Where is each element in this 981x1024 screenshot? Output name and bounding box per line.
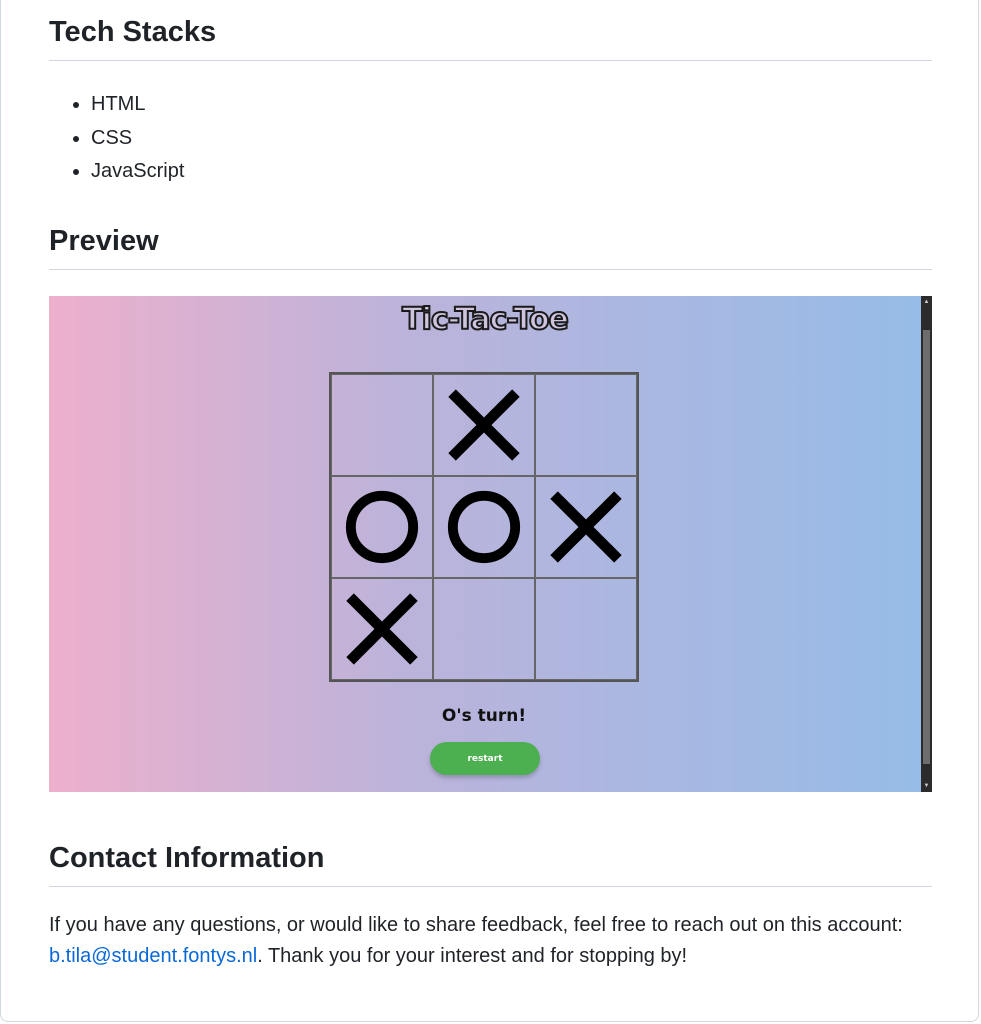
board-cell[interactable] <box>433 476 535 578</box>
board-cell[interactable] <box>331 476 433 578</box>
scroll-down-icon[interactable]: ▼ <box>921 781 932 791</box>
contact-heading: Contact Information <box>49 842 932 887</box>
x-mark-icon <box>550 491 622 563</box>
contact-paragraph: If you have any questions, or would like… <box>49 910 932 972</box>
email-link[interactable]: b.tila@student.fontys.nl <box>49 945 257 967</box>
scroll-up-icon[interactable]: ▲ <box>921 297 932 307</box>
board-cell[interactable] <box>433 578 535 680</box>
preview-heading: Preview <box>49 225 932 270</box>
contact-text-end: . Thank you for your interest and for st… <box>257 945 688 967</box>
tech-stacks-heading: Tech Stacks <box>49 16 932 61</box>
o-mark-icon <box>447 490 521 564</box>
board-cell[interactable] <box>535 374 637 476</box>
board-cell[interactable] <box>535 476 637 578</box>
contact-text: If you have any questions, or would like… <box>49 914 903 936</box>
board-cell[interactable] <box>433 374 535 476</box>
x-mark-icon <box>346 593 418 665</box>
list-item: CSS <box>91 122 184 156</box>
game-preview: Tic-Tac-Toe O's turn! restart ▲ ▼ <box>49 296 932 792</box>
list-item: HTML <box>91 88 184 122</box>
board-cell[interactable] <box>331 578 433 680</box>
tech-stack-list: HTML CSS JavaScript <box>49 88 184 189</box>
x-mark-icon <box>448 389 520 461</box>
scrollbar-thumb[interactable] <box>923 330 930 764</box>
o-mark-icon <box>345 490 419 564</box>
list-item: JavaScript <box>91 155 184 189</box>
game-board <box>329 372 639 682</box>
restart-button[interactable]: restart <box>430 742 540 775</box>
board-cell[interactable] <box>331 374 433 476</box>
turn-status: O's turn! <box>441 706 527 726</box>
preview-scrollbar[interactable]: ▲ ▼ <box>921 296 932 792</box>
game-title: Tic-Tac-Toe <box>401 301 570 338</box>
board-cell[interactable] <box>535 578 637 680</box>
